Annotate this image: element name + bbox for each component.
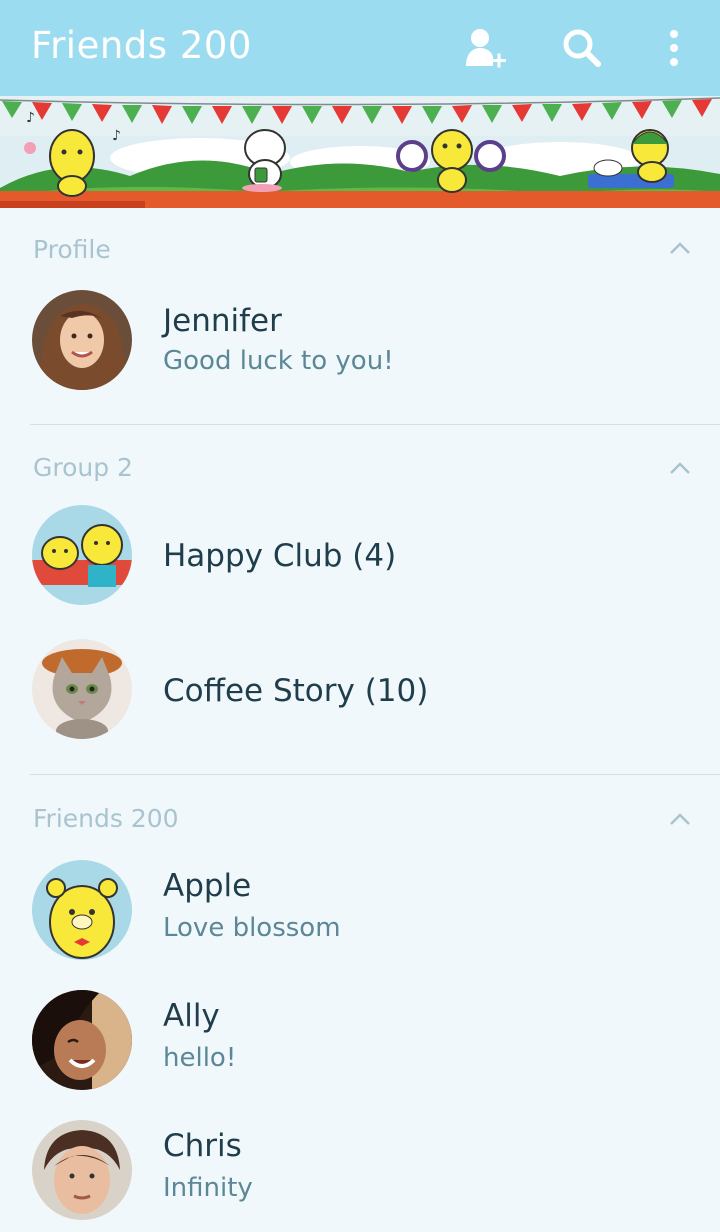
app-title: Friends 200 (31, 24, 252, 67)
app-bar: Friends 200 (0, 0, 720, 96)
group-name: Happy Club (4) (163, 538, 397, 574)
avatar (32, 860, 132, 960)
svg-text:♪: ♪ (112, 128, 121, 144)
group-name: Coffee Story (10) (163, 673, 429, 709)
friend-row[interactable]: Apple Love blossom (0, 850, 720, 970)
section-header-groups: Group 2 (33, 453, 133, 482)
collapse-friends-chevron-icon[interactable] (668, 811, 692, 827)
group-row[interactable]: Coffee Story (10) (0, 625, 720, 745)
friend-status: hello! (163, 1043, 237, 1073)
friend-status: Infinity (163, 1173, 253, 1203)
avatar (32, 1120, 132, 1220)
section-header-profile: Profile (33, 235, 111, 264)
friend-row[interactable]: Ally hello! (0, 980, 720, 1100)
banner-indicator (0, 201, 145, 208)
divider (30, 424, 720, 425)
search-icon[interactable] (560, 26, 604, 70)
avatar (32, 505, 132, 605)
profile-name: Jennifer (163, 303, 282, 339)
avatar (32, 290, 132, 390)
profile-status: Good luck to you! (163, 346, 394, 376)
friend-name: Apple (163, 868, 252, 904)
collapse-groups-chevron-icon[interactable] (668, 460, 692, 476)
add-friend-icon[interactable] (462, 26, 506, 70)
avatar (32, 639, 132, 739)
group-row[interactable]: Happy Club (4) (0, 495, 720, 615)
profile-row[interactable]: Jennifer Good luck to you! (0, 280, 720, 400)
friend-name: Chris (163, 1128, 242, 1164)
avatar (32, 990, 132, 1090)
divider (30, 774, 720, 775)
section-header-friends: Friends 200 (33, 804, 179, 833)
friend-row[interactable]: Chris Infinity (0, 1110, 720, 1230)
svg-text:♪: ♪ (26, 110, 35, 126)
friend-status: Love blossom (163, 913, 341, 943)
theme-banner: ♪ ♪ (0, 96, 720, 208)
more-vert-icon[interactable] (652, 26, 696, 70)
friend-name: Ally (163, 998, 220, 1034)
collapse-profile-chevron-icon[interactable] (668, 240, 692, 256)
